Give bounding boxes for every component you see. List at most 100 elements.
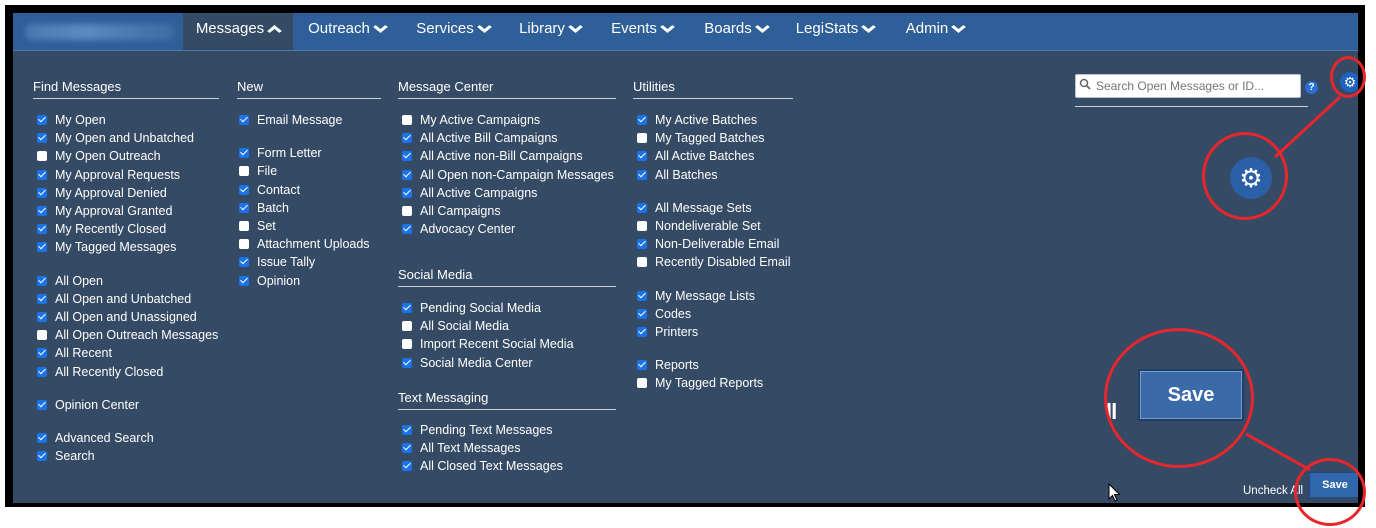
checkbox-checked[interactable] xyxy=(37,367,47,377)
checkbox-unchecked[interactable] xyxy=(239,166,249,176)
checkbox-unchecked[interactable] xyxy=(37,151,47,161)
checkbox-checked[interactable] xyxy=(37,115,47,125)
menu-item[interactable]: File xyxy=(239,162,277,180)
nav-item-outreach[interactable]: Outreach xyxy=(293,13,401,50)
checkbox-checked[interactable] xyxy=(402,224,412,234)
checkbox-checked[interactable] xyxy=(37,348,47,358)
menu-item[interactable]: Non-Deliverable Email xyxy=(637,235,779,253)
checkbox-checked[interactable] xyxy=(37,294,47,304)
checkbox-checked[interactable] xyxy=(402,188,412,198)
menu-item[interactable]: Codes xyxy=(637,305,691,323)
menu-item[interactable]: All Open non-Campaign Messages xyxy=(402,166,614,184)
menu-item[interactable]: All Batches xyxy=(637,166,718,184)
menu-item[interactable]: My Tagged Reports xyxy=(637,374,763,392)
menu-item[interactable]: Opinion xyxy=(239,272,300,290)
search-input[interactable] xyxy=(1094,79,1296,93)
checkbox-checked[interactable] xyxy=(402,151,412,161)
menu-item[interactable]: All Active Batches xyxy=(637,147,754,165)
nav-item-messages[interactable]: Messages xyxy=(183,13,293,50)
menu-item[interactable]: All Campaigns xyxy=(402,202,501,220)
menu-item[interactable]: All Open and Unbatched xyxy=(37,290,191,308)
nav-item-services[interactable]: Services xyxy=(405,13,501,50)
checkbox-checked[interactable] xyxy=(239,185,249,195)
menu-item[interactable]: My Open and Unbatched xyxy=(37,129,194,147)
checkbox-checked[interactable] xyxy=(37,242,47,252)
menu-item[interactable]: All Active Campaigns xyxy=(402,184,537,202)
checkbox-checked[interactable] xyxy=(239,148,249,158)
checkbox-unchecked[interactable] xyxy=(402,339,412,349)
menu-item[interactable]: Contact xyxy=(239,181,300,199)
checkbox-checked[interactable] xyxy=(239,276,249,286)
checkbox-checked[interactable] xyxy=(637,327,647,337)
menu-item[interactable]: Issue Tally xyxy=(239,253,315,271)
menu-item[interactable]: Opinion Center xyxy=(37,396,139,414)
help-icon[interactable]: ? xyxy=(1305,81,1318,94)
menu-item[interactable]: All Text Messages xyxy=(402,439,521,457)
menu-item[interactable]: All Active Bill Campaigns xyxy=(402,129,558,147)
menu-item[interactable]: All Open xyxy=(37,272,103,290)
checkbox-checked[interactable] xyxy=(239,115,249,125)
menu-item[interactable]: Advanced Search xyxy=(37,429,154,447)
checkbox-checked[interactable] xyxy=(637,170,647,180)
checkbox-unchecked[interactable] xyxy=(239,221,249,231)
checkbox-checked[interactable] xyxy=(402,443,412,453)
checkbox-checked[interactable] xyxy=(402,303,412,313)
checkbox-checked[interactable] xyxy=(37,312,47,322)
menu-item[interactable]: Batch xyxy=(239,199,289,217)
menu-item[interactable]: My Tagged Batches xyxy=(637,129,765,147)
checkbox-unchecked[interactable] xyxy=(402,206,412,216)
menu-item[interactable]: All Active non-Bill Campaigns xyxy=(402,147,583,165)
nav-item-boards[interactable]: Boards xyxy=(691,13,781,50)
checkbox-checked[interactable] xyxy=(402,133,412,143)
checkbox-checked[interactable] xyxy=(239,203,249,213)
nav-item-legistats[interactable]: LegiStats xyxy=(785,13,885,50)
search-box[interactable] xyxy=(1075,74,1301,98)
menu-item[interactable]: Reports xyxy=(637,356,699,374)
menu-item[interactable]: My Approval Requests xyxy=(37,166,180,184)
checkbox-unchecked[interactable] xyxy=(637,257,647,267)
menu-item[interactable]: Recently Disabled Email xyxy=(637,253,790,271)
checkbox-checked[interactable] xyxy=(239,257,249,267)
menu-item[interactable]: My Recently Closed xyxy=(37,220,166,238)
menu-item[interactable]: All Recently Closed xyxy=(37,363,163,381)
checkbox-unchecked[interactable] xyxy=(637,133,647,143)
menu-item[interactable]: Printers xyxy=(637,323,698,341)
menu-item[interactable]: Email Message xyxy=(239,111,342,129)
checkbox-unchecked[interactable] xyxy=(402,321,412,331)
menu-item[interactable]: Pending Social Media xyxy=(402,299,541,317)
menu-item[interactable]: All Open and Unassigned xyxy=(37,308,197,326)
checkbox-checked[interactable] xyxy=(637,239,647,249)
checkbox-checked[interactable] xyxy=(37,433,47,443)
checkbox-checked[interactable] xyxy=(37,188,47,198)
checkbox-unchecked[interactable] xyxy=(637,221,647,231)
menu-item[interactable]: Advocacy Center xyxy=(402,220,515,238)
checkbox-checked[interactable] xyxy=(37,224,47,234)
checkbox-checked[interactable] xyxy=(637,115,647,125)
checkbox-checked[interactable] xyxy=(637,291,647,301)
checkbox-checked[interactable] xyxy=(37,206,47,216)
menu-item[interactable]: Form Letter xyxy=(239,144,322,162)
menu-item[interactable]: All Open Outreach Messages xyxy=(37,326,218,344)
menu-item[interactable]: My Open xyxy=(37,111,106,129)
nav-item-events[interactable]: Events xyxy=(598,13,686,50)
menu-item[interactable]: Set xyxy=(239,217,276,235)
checkbox-checked[interactable] xyxy=(637,309,647,319)
menu-item[interactable]: My Approval Granted xyxy=(37,202,172,220)
checkbox-checked[interactable] xyxy=(37,170,47,180)
checkbox-unchecked[interactable] xyxy=(239,239,249,249)
menu-item[interactable]: All Message Sets xyxy=(637,199,752,217)
menu-item[interactable]: Attachment Uploads xyxy=(239,235,370,253)
checkbox-checked[interactable] xyxy=(37,451,47,461)
menu-item[interactable]: Social Media Center xyxy=(402,354,533,372)
nav-item-admin[interactable]: Admin xyxy=(890,13,980,50)
checkbox-unchecked[interactable] xyxy=(637,378,647,388)
menu-item[interactable]: Nondeliverable Set xyxy=(637,217,761,235)
menu-item[interactable]: My Tagged Messages xyxy=(37,238,176,256)
menu-item[interactable]: My Message Lists xyxy=(637,287,755,305)
checkbox-checked[interactable] xyxy=(637,151,647,161)
checkbox-checked[interactable] xyxy=(402,358,412,368)
menu-item[interactable]: All Social Media xyxy=(402,317,509,335)
checkbox-checked[interactable] xyxy=(402,170,412,180)
menu-item[interactable]: Search xyxy=(37,447,95,465)
checkbox-unchecked[interactable] xyxy=(37,330,47,340)
